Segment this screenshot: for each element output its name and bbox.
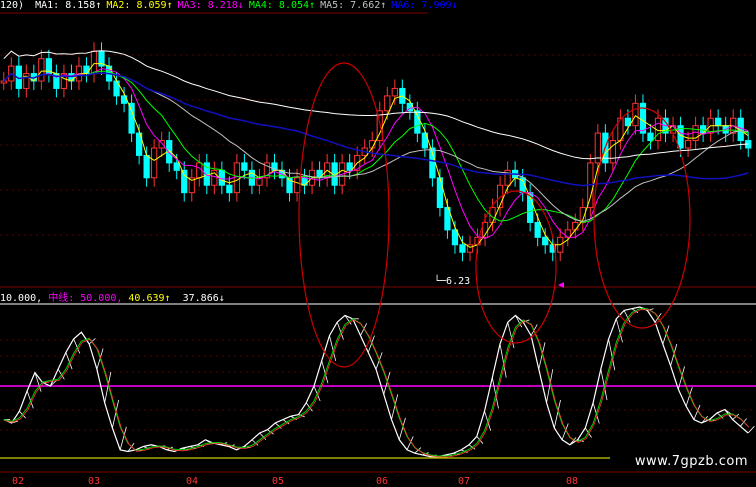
annotation-circle-2 [475,190,557,344]
candle-body [451,229,459,246]
ma-value-6: MA6: 7.909↓ [391,0,458,11]
candle-body [715,117,722,127]
low-marker-value: 6.23 [446,276,471,287]
osc-mid-value: 50.000 [80,293,117,304]
osc-k-line [3,306,749,458]
ma-value-4: MA4: 8.054↑ [248,0,316,11]
candle-body [38,58,45,82]
osc-hatch [34,372,42,392]
month-label-05: 05 [272,476,284,487]
month-label-02: 02 [12,476,24,487]
candle-body [414,110,421,134]
oscillator-header: 10.000, 中线: 50.000, 40.639↑, 37.866↓, [0,293,231,304]
candle-body [90,50,98,75]
candle-body [436,177,444,209]
month-label-03: 03 [88,476,100,487]
osc-prefix: 10.000, [0,293,43,304]
candle-body [226,184,233,194]
candle-body [572,221,579,231]
candle-body [173,162,180,171]
candle-body [384,95,391,112]
ma-header: 120) MA1: 8.158↑ MA2: 8.059↑ MA3: 8.218↓ MA… [0,0,458,11]
stock-chart: 02 03 04 05 06 07 08 [0,12,756,487]
candle-body [0,80,7,84]
osc-mid-label: 中线 [48,293,69,304]
candle-body [632,102,639,127]
candle-body [542,236,549,246]
osc-d-line [3,308,749,457]
month-label-07: 07 [458,476,470,487]
watermark: www.7gpzb.com [634,454,748,469]
ma-value-2: MA2: 8.059↑ [106,0,173,11]
ma-value-1: MA1: 8.158↑ [35,0,102,11]
candle-body [534,221,541,238]
candle-body [346,162,353,171]
osc-v2-arrow: ↓ [218,293,225,304]
candle-body [233,162,241,194]
candle-body [151,147,158,179]
ma-value-3: MA3: 8.218↓ [177,0,244,11]
candle-body [699,125,707,134]
candle-body [128,102,135,134]
header-prefix: 120) [0,0,25,11]
candle-body [391,87,398,97]
candle-body [143,154,150,179]
month-label-08: 08 [566,476,578,487]
candle-body [181,169,188,194]
ma-value-5: MA5: 7.662↑ [320,0,387,11]
osc-v1: 40.639 [128,293,165,304]
candle-body [83,65,90,75]
osc-v1-arrow: ↑ [164,293,171,304]
low-marker: └─6.23 [434,276,471,287]
candle-body [684,140,692,149]
candle-body [218,169,225,186]
osc-d-line-shadow [4,309,750,458]
annotation-circle-1 [298,62,390,368]
month-label-04: 04 [186,476,198,487]
candle-body [293,177,301,194]
candle-body [241,162,248,171]
osc-v2: 37.866 [182,293,219,304]
osc-hatch [515,315,523,328]
month-label-06: 06 [376,476,388,487]
candle-body [647,132,654,142]
candle-body [459,244,466,253]
